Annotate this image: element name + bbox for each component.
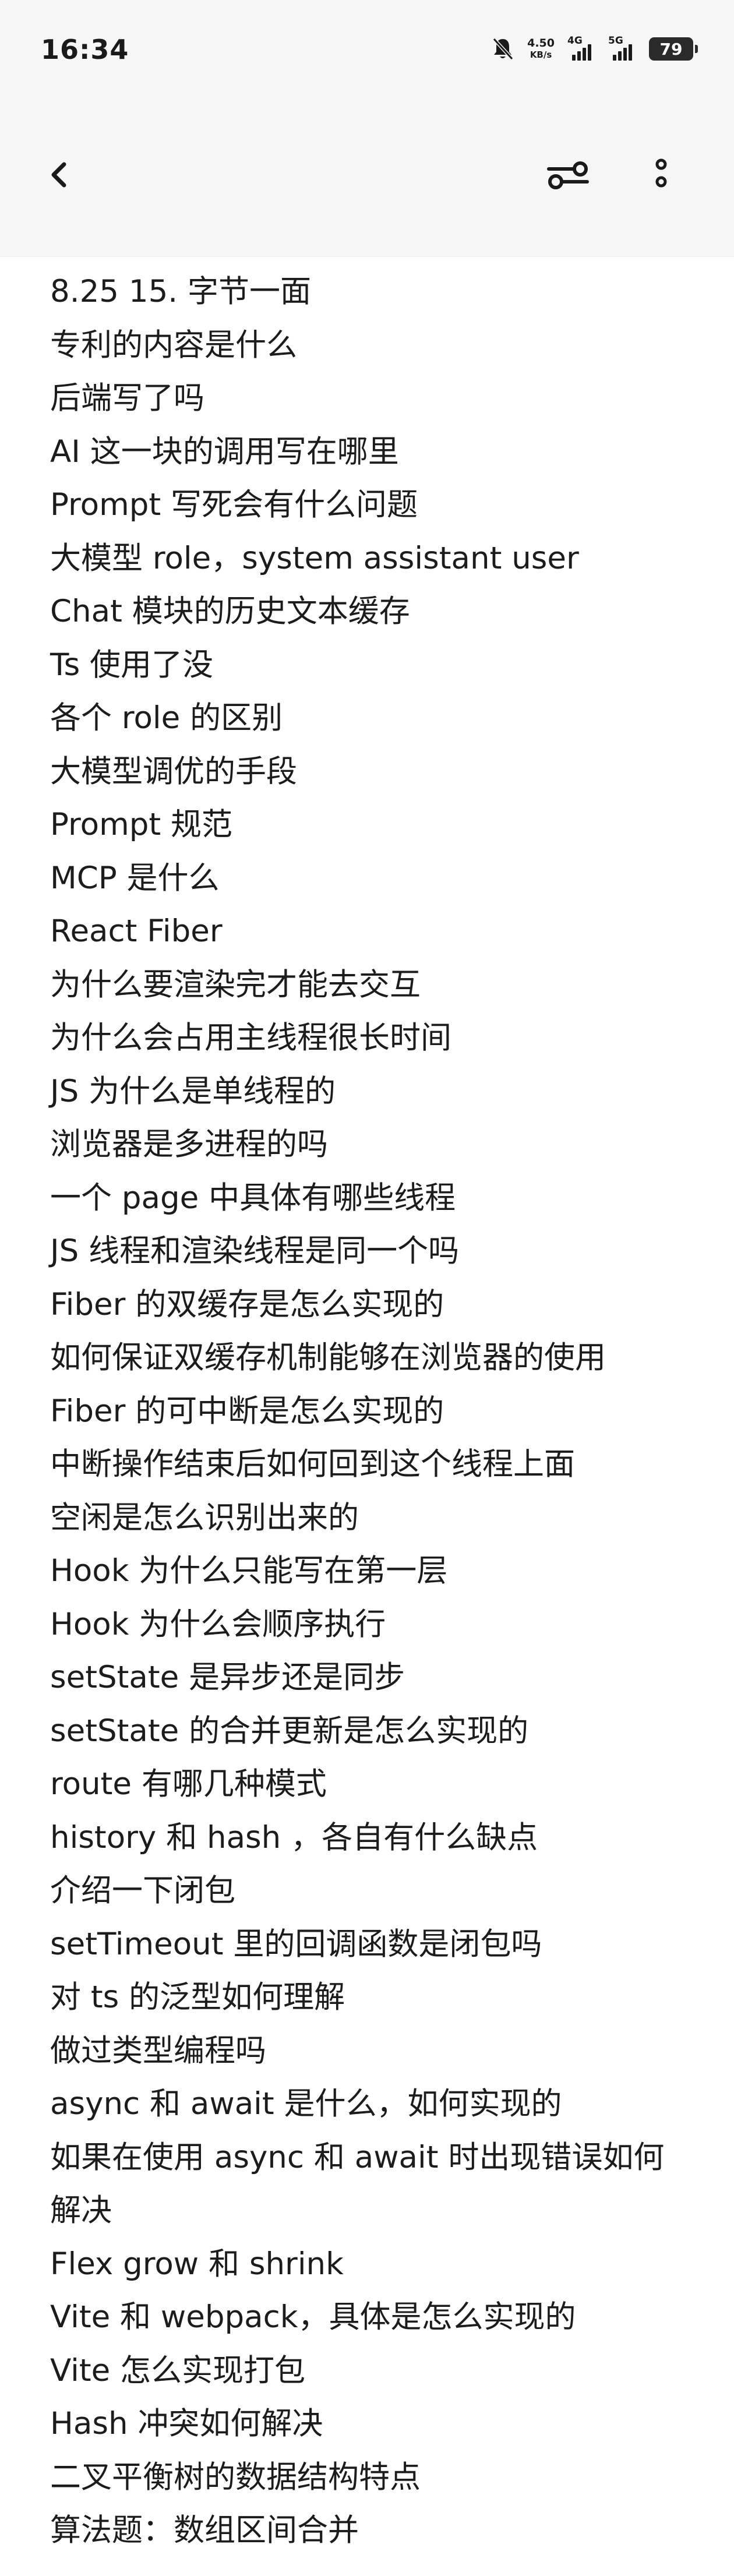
note-line: Prompt 规范 [50,807,232,842]
status-time: 16:34 [41,34,129,65]
note-line: Prompt 写死会有什么问题 [50,487,418,523]
note-line: 后端写了吗 [50,380,204,416]
network-speed-value: 4.50 [527,37,555,50]
note-line: Hook 为什么会顺序执行 [50,1606,386,1642]
signal-5g-label: 5G [608,35,623,47]
top-nav-bar [0,99,734,257]
note-line: 为什么要渲染完才能去交互 [50,966,421,1003]
more-options-button[interactable] [644,151,679,198]
note-line: React Fiber [50,913,223,949]
note-line: 一个 page 中具体有哪些线程 [50,1180,456,1216]
network-speed-unit: KB/s [530,50,552,60]
note-line: async 和 await 是什么，如何实现的 [50,2086,562,2122]
network-speed: 4.50 KB/s [527,37,555,61]
signal-4g-label: 4G [567,35,583,47]
note-line: 介绍一下闭包 [50,1873,235,1908]
battery-level: 79 [659,39,683,59]
note-line: route 有哪几种模式 [50,1766,327,1802]
note-line: 中断操作结束后如何回到这个线程上面 [50,1446,575,1482]
bell-muted-icon [492,37,514,61]
status-bar: 16:34 4.50 KB/s 4G 5G 79 [0,0,734,99]
note-line: 浏览器是多进程的吗 [50,1127,328,1162]
note-line: history 和 hash ，各自有什么缺点 [50,1819,538,1855]
status-icons: 4.50 KB/s 4G 5G 79 [491,33,698,65]
note-line: 大模型调优的手段 [50,753,297,789]
note-line: 对 ts 的泛型如何理解 [50,1979,345,2015]
note-line: Vite 和 webpack，具体是怎么实现的 [50,2299,576,2335]
note-line: setState 是异步还是同步 [50,1660,405,1695]
note-line: 如果在使用 async 和 await 时出现错误如何 [50,2139,665,2175]
note-line: Vite 怎么实现打包 [50,2352,306,2388]
note-content[interactable]: 8.25 15. 字节一面 专利的内容是什么 后端写了吗 AI 这一块的调用写在哪里 P… [50,265,708,2557]
note-line: MCP 是什么 [50,860,220,896]
filter-toggle-button[interactable] [542,151,594,198]
note-line: 大模型 role，system assistant user [50,540,579,576]
note-line: JS 线程和渲染线程是同一个吗 [50,1233,460,1269]
signal-4g-icon: 4G [567,35,595,61]
note-line: 空闲是怎么识别出来的 [50,1499,359,1536]
note-line: Flex grow 和 shrink [50,2246,344,2282]
battery-icon: 79 [649,37,698,61]
note-line: 如何保证双缓存机制能够在浏览器的使用 [50,1340,606,1375]
back-button[interactable] [41,151,82,198]
note-line: Fiber 的双缓存是怎么实现的 [50,1286,444,1322]
more-vertical-icon [655,158,667,188]
note-line: 做过类型编程吗 [50,2032,266,2069]
note-line: 为什么会占用主线程很长时间 [50,1020,451,1056]
note-line: setState 的合并更新是怎么实现的 [50,1713,529,1749]
note-line: 解决 [50,2193,112,2228]
note-line: AI 这一块的调用写在哪里 [50,433,399,470]
note-line: JS 为什么是单线程的 [50,1073,336,1109]
signal-5g-icon: 5G [608,35,636,61]
note-line: Fiber 的可中断是怎么实现的 [50,1393,444,1429]
note-line: Hook 为什么只能写在第一层 [50,1553,448,1589]
note-line: 二叉平衡树的数据结构特点 [50,2459,421,2495]
filter-toggle-icon [547,161,589,189]
note-line: Ts 使用了没 [50,647,214,683]
note-line: 各个 role 的区别 [50,700,283,736]
note-line: 专利的内容是什么 [50,327,297,363]
note-line: 8.25 15. 字节一面 [50,274,311,309]
chevron-left-icon [51,162,66,188]
note-line: setTimeout 里的回调函数是闭包吗 [50,1926,542,1962]
note-line: Chat 模块的历史文本缓存 [50,594,410,629]
note-line: Hash 冲突如何解决 [50,2406,323,2441]
note-line: 算法题：数组区间合并 [50,2513,359,2548]
